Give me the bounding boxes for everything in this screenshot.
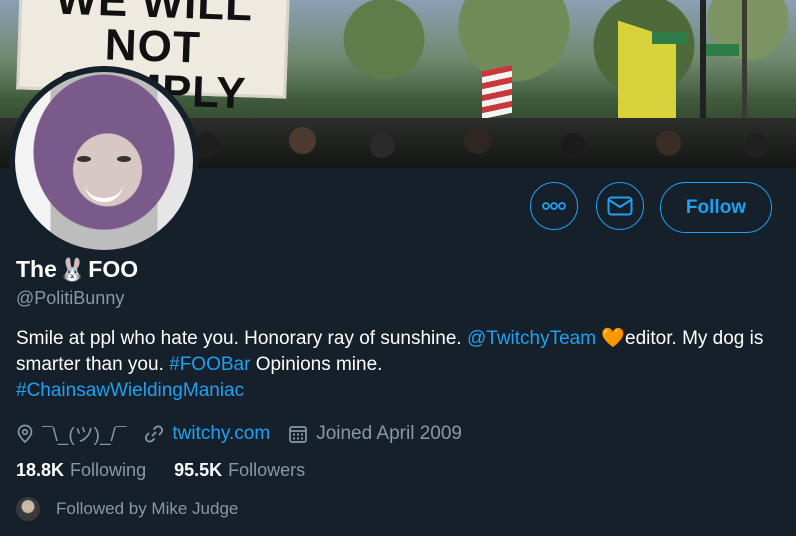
banner-street-sign xyxy=(705,44,739,56)
profile-handle: @PolitiBunny xyxy=(16,288,125,308)
bio-text: Opinions mine. xyxy=(250,354,383,375)
location-text: ¯\_(ツ)_/¯ xyxy=(42,425,127,446)
orange-heart-icon: 🧡 xyxy=(601,328,626,349)
more-options-button[interactable] xyxy=(530,182,578,230)
followed-by-row[interactable]: Followed by Mike Judge xyxy=(16,497,238,521)
profile-name-part1: The xyxy=(16,256,57,282)
following-label: Following xyxy=(70,460,147,480)
link-icon xyxy=(145,424,164,443)
location-item: ¯\_(ツ)_/¯ xyxy=(16,420,126,447)
bio-hashtag-link[interactable]: #ChainsawWieldingManiac xyxy=(16,380,244,401)
bunny-emoji-icon: 🐰 xyxy=(58,256,87,282)
follow-button[interactable]: Follow xyxy=(660,182,772,233)
avatar-eye xyxy=(77,156,91,162)
avatar-photo xyxy=(15,72,193,250)
profile-name: The 🐰 FOO xyxy=(16,256,138,283)
joined-text: Joined April 2009 xyxy=(316,422,462,444)
profile-meta: ¯\_(ツ)_/¯ twitchy.com Joined April 2009 xyxy=(16,420,480,447)
followers-stat[interactable]: 95.5K Followers xyxy=(174,460,305,481)
followed-by-text: Followed by Mike Judge xyxy=(56,499,239,518)
bio-mention-link[interactable]: @TwitchyTeam xyxy=(467,328,596,349)
profile-bio: Smile at ppl who hate you. Honorary ray … xyxy=(16,326,786,404)
avatar-smile xyxy=(85,184,123,202)
bio-hashtag-link[interactable]: #FOOBar xyxy=(169,354,250,375)
profile-stats: 18.8K Following 95.5K Followers xyxy=(16,460,333,481)
message-button[interactable] xyxy=(596,182,644,230)
following-count: 18.8K xyxy=(16,460,65,480)
more-icon xyxy=(542,202,566,210)
envelope-icon xyxy=(607,196,633,216)
banner-trees xyxy=(280,0,796,130)
banner-street-sign xyxy=(652,32,688,44)
followers-label: Followers xyxy=(228,460,306,480)
joined-item: Joined April 2009 xyxy=(288,423,462,445)
avatar-eye xyxy=(117,156,131,162)
location-pin-icon xyxy=(17,424,33,443)
profile-name-part2: FOO xyxy=(88,256,139,282)
website-link[interactable]: twitchy.com xyxy=(172,423,270,445)
website-item[interactable]: twitchy.com xyxy=(144,423,270,445)
followers-count: 95.5K xyxy=(174,460,223,480)
profile-avatar[interactable] xyxy=(9,66,199,256)
follower-avatar xyxy=(16,497,40,521)
following-stat[interactable]: 18.8K Following xyxy=(16,460,146,481)
banner-us-flag xyxy=(482,64,512,120)
calendar-icon xyxy=(289,425,308,443)
bio-text: Smile at ppl who hate you. Honorary ray … xyxy=(16,328,467,349)
